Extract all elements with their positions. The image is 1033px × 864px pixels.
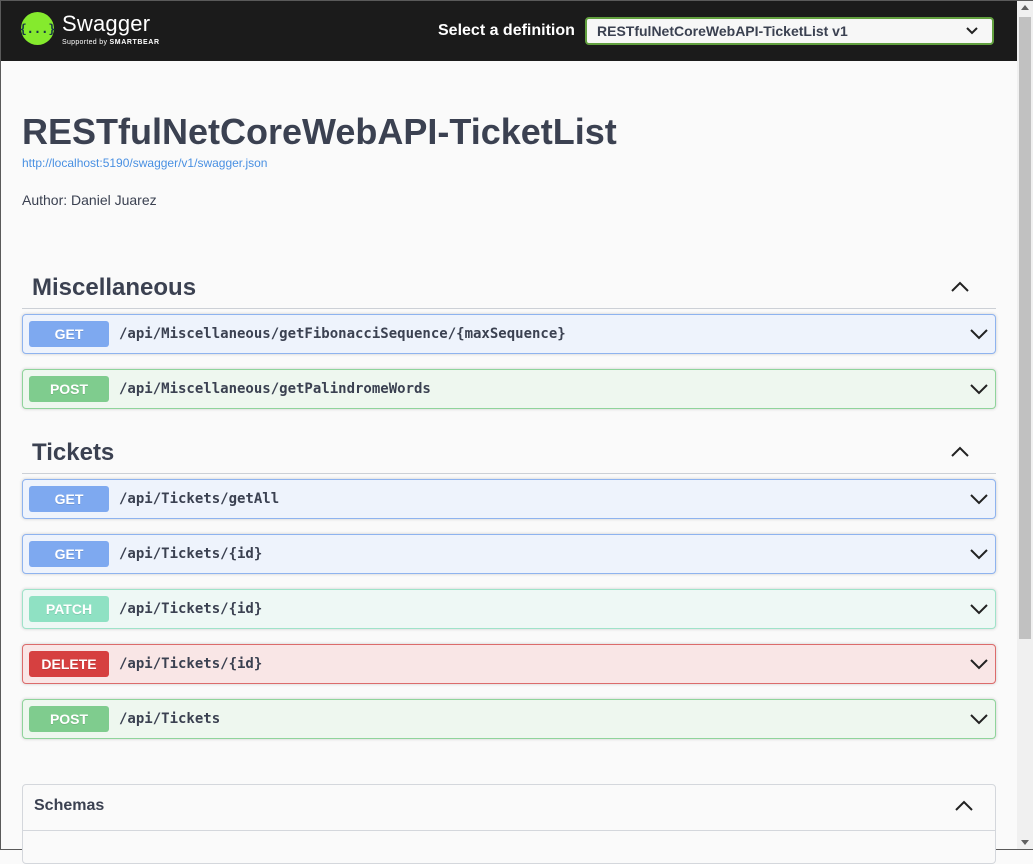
logo-text: Swagger Supported by SMARTBEAR [62, 12, 160, 48]
operation-path: /api/Tickets/{id} [119, 546, 263, 562]
operation-path: /api/Tickets/{id} [119, 601, 263, 617]
operation-get-ticket-by-id[interactable]: GET /api/Tickets/{id} [22, 534, 996, 574]
operation-path: /api/Tickets/getAll [119, 491, 280, 507]
schemas-title: Schemas [34, 797, 105, 814]
method-badge: POST [29, 376, 109, 402]
chevron-up-icon[interactable] [954, 800, 974, 812]
swagger-logo-icon: {...} [19, 12, 56, 45]
chevron-up-icon[interactable] [950, 281, 970, 293]
definition-label: Select a definition [438, 22, 575, 39]
operation-path: /api/Tickets/{id} [119, 656, 263, 672]
definition-selected-value: RESTfulNetCoreWebAPI-TicketList v1 [597, 23, 848, 39]
method-badge: GET [29, 486, 109, 512]
vertical-scrollbar[interactable] [1017, 1, 1033, 849]
schemas-divider [23, 830, 995, 831]
chevron-down-icon[interactable] [969, 327, 989, 341]
operation-path: /api/Miscellaneous/getFibonacciSequence/… [119, 326, 566, 342]
definition-select[interactable]: RESTfulNetCoreWebAPI-TicketList v1 [585, 17, 994, 45]
method-badge: DELETE [29, 651, 109, 677]
schemas-section[interactable]: Schemas [22, 784, 996, 864]
chevron-down-icon [966, 27, 978, 35]
operation-path: /api/Tickets [119, 711, 221, 727]
chevron-down-icon[interactable] [969, 382, 989, 396]
chevron-up-icon[interactable] [950, 446, 970, 458]
api-title: RESTfulNetCoreWebAPI-TicketList [22, 111, 617, 152]
swagger-json-link[interactable]: http://localhost:5190/swagger/v1/swagger… [22, 156, 267, 170]
api-author: Author: Daniel Juarez [22, 192, 157, 208]
operation-post-palindrome[interactable]: POST /api/Miscellaneous/getPalindromeWor… [22, 369, 996, 409]
method-badge: PATCH [29, 596, 109, 622]
section-name: Tickets [32, 439, 115, 466]
logo-subtitle: Supported by SMARTBEAR [62, 38, 160, 48]
logo-sub-brand: SMARTBEAR [109, 39, 160, 46]
operation-get-fibonacci[interactable]: GET /api/Miscellaneous/getFibonacciSeque… [22, 314, 996, 354]
method-badge: GET [29, 541, 109, 567]
operation-delete-ticket[interactable]: DELETE /api/Tickets/{id} [22, 644, 996, 684]
chevron-down-icon[interactable] [969, 712, 989, 726]
scroll-up-arrow-icon[interactable] [1021, 5, 1029, 10]
swagger-logo[interactable]: {...} Swagger Supported by SMARTBEAR [19, 12, 160, 48]
operation-get-all-tickets[interactable]: GET /api/Tickets/getAll [22, 479, 996, 519]
section-name: Miscellaneous [32, 274, 197, 301]
section-header-tickets[interactable]: Tickets [22, 428, 996, 474]
chevron-down-icon[interactable] [969, 547, 989, 561]
logo-name: Swagger [62, 11, 151, 36]
operation-post-ticket[interactable]: POST /api/Tickets [22, 699, 996, 739]
scroll-down-arrow-icon[interactable] [1021, 840, 1029, 845]
method-badge: GET [29, 321, 109, 347]
topbar: {...} Swagger Supported by SMARTBEAR Sel… [1, 1, 1017, 61]
chevron-down-icon[interactable] [969, 657, 989, 671]
logo-sub-prefix: Supported by [62, 39, 108, 46]
scroll-thumb[interactable] [1019, 17, 1031, 639]
chevron-down-icon[interactable] [969, 492, 989, 506]
operation-path: /api/Miscellaneous/getPalindromeWords [119, 381, 431, 397]
operation-patch-ticket[interactable]: PATCH /api/Tickets/{id} [22, 589, 996, 629]
section-header-miscellaneous[interactable]: Miscellaneous [22, 263, 996, 309]
chevron-down-icon[interactable] [969, 602, 989, 616]
method-badge: POST [29, 706, 109, 732]
